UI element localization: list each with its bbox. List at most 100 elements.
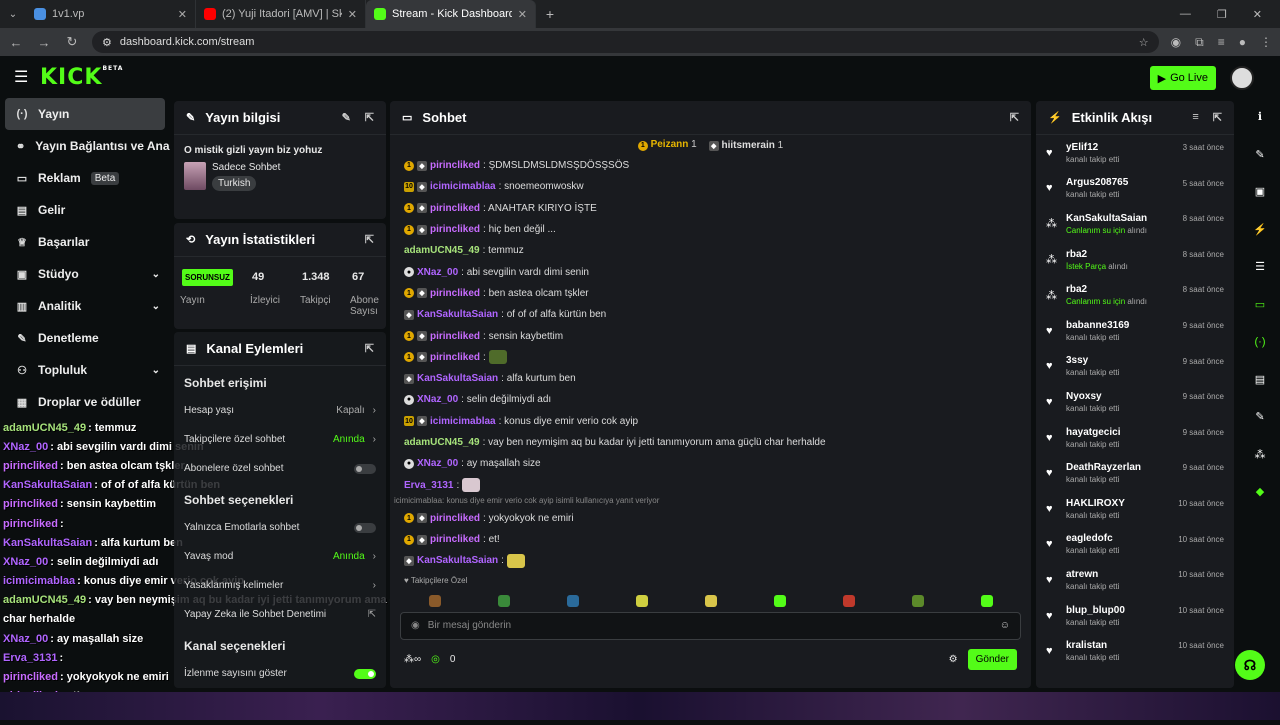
rail-button[interactable]: ℹ: [1240, 98, 1280, 136]
extension-icon[interactable]: ◉: [1171, 35, 1181, 50]
sidebar-item[interactable]: ▭ Reklam Beta: [0, 162, 170, 194]
send-button[interactable]: Gönder: [967, 649, 1017, 671]
rail-button[interactable]: ✎: [1240, 136, 1280, 174]
restore-icon[interactable]: ❐: [1217, 8, 1227, 21]
subscribers-only-toggle[interactable]: [354, 463, 376, 474]
new-tab-button[interactable]: +: [536, 6, 564, 22]
chat-username[interactable]: pirincliked: [430, 513, 480, 524]
sidebar-item[interactable]: ▤ Gelir: [0, 194, 170, 226]
gifter-name[interactable]: Peizann: [651, 139, 689, 150]
chat-username[interactable]: XNaz_00: [417, 458, 458, 469]
chat-username[interactable]: pirincliked: [430, 203, 480, 214]
chat-username[interactable]: icimicimablaa: [430, 181, 496, 192]
event-username[interactable]: eagledofc: [1066, 533, 1119, 544]
edit-icon[interactable]: ✎: [342, 111, 351, 124]
emote[interactable]: [566, 594, 579, 607]
popout-icon[interactable]: ⇱: [1213, 111, 1222, 124]
event-username[interactable]: Argus208765: [1066, 177, 1128, 188]
site-info-icon[interactable]: ⚙: [102, 36, 112, 49]
rail-button[interactable]: ▤: [1240, 361, 1280, 399]
event-username[interactable]: hayatgecici: [1066, 427, 1120, 438]
event-username[interactable]: babanne3169: [1066, 320, 1129, 331]
event-username[interactable]: HAKLIROXY: [1066, 498, 1125, 509]
event-username[interactable]: 3ssy: [1066, 355, 1119, 366]
bookmark-star-icon[interactable]: ☆: [1139, 36, 1149, 49]
chat-username[interactable]: XNaz_00: [417, 394, 458, 405]
chat-username[interactable]: XNaz_00: [417, 267, 458, 278]
popout-icon[interactable]: ⇱: [365, 111, 374, 124]
popout-icon[interactable]: ⇱: [1010, 111, 1019, 124]
sidebar-item[interactable]: ▣ Stüdyo ⌄: [0, 258, 170, 290]
emote[interactable]: [980, 594, 993, 607]
avatar[interactable]: [1230, 66, 1254, 90]
sidebar-item[interactable]: ▥ Analitik ⌄: [0, 290, 170, 322]
event-username[interactable]: DeathRayzerlan: [1066, 462, 1141, 473]
tab-close-icon[interactable]: ✕: [518, 8, 527, 21]
ai-moderation-row[interactable]: Yapay Zeka ile Sohbet Denetimi ⇱: [184, 600, 376, 629]
forward-icon[interactable]: →: [36, 35, 52, 50]
followers-only-row[interactable]: Takipçilere özel sohbet Anında ›: [184, 425, 376, 454]
browser-tab[interactable]: Stream - Kick Dashboard ✕: [366, 0, 536, 28]
chat-username[interactable]: pirincliked: [430, 352, 480, 363]
close-window-icon[interactable]: ✕: [1253, 8, 1262, 21]
banned-words-row[interactable]: Yasaklanmış kelimeler ›: [184, 571, 376, 600]
emote[interactable]: [428, 594, 441, 607]
sidebar-item[interactable]: (·) Yayın: [5, 98, 165, 130]
rail-button[interactable]: ▣: [1240, 173, 1280, 211]
chat-username[interactable]: pirincliked: [430, 331, 480, 342]
sidebar-item[interactable]: ♕ Başarılar: [0, 226, 170, 258]
extensions-puzzle-icon[interactable]: ⧉: [1195, 35, 1204, 50]
emote[interactable]: [911, 594, 924, 607]
media-icon[interactable]: ≡: [1218, 35, 1225, 50]
event-username[interactable]: blup_blup00: [1066, 605, 1125, 616]
rail-button[interactable]: ◆: [1240, 473, 1280, 511]
filter-icon[interactable]: ≡: [1192, 111, 1198, 124]
browser-menu-icon[interactable]: ⋮: [1260, 35, 1272, 50]
minimize-icon[interactable]: —: [1180, 8, 1191, 21]
sidebar-item[interactable]: ▦ Droplar ve ödüller: [0, 386, 170, 418]
tab-close-icon[interactable]: ✕: [178, 8, 187, 21]
emote[interactable]: [497, 594, 510, 607]
browser-tab[interactable]: 1v1.vp ✕: [26, 0, 196, 28]
event-username[interactable]: rba2: [1066, 249, 1128, 260]
account-age-row[interactable]: Hesap yaşı Kapalı ›: [184, 396, 376, 425]
chat-input[interactable]: ◉ Bir mesaj gönderin ☺: [400, 611, 1021, 640]
event-username[interactable]: kralistan: [1066, 640, 1119, 651]
chat-username[interactable]: pirincliked: [430, 224, 480, 235]
chat-username[interactable]: KanSakultaSaian: [417, 555, 498, 566]
gifter-name[interactable]: hiitsmerain: [722, 140, 775, 151]
chat-username[interactable]: adamUCN45_49: [404, 245, 480, 256]
rail-button[interactable]: ☰: [1240, 248, 1280, 286]
chat-username[interactable]: pirincliked: [430, 534, 480, 545]
emote[interactable]: [773, 594, 786, 607]
popout-icon[interactable]: ⇱: [365, 342, 374, 355]
chat-username[interactable]: adamUCN45_49: [404, 437, 480, 448]
points-icon[interactable]: ⁂∞: [404, 654, 421, 665]
chat-username[interactable]: pirincliked: [430, 160, 480, 171]
tab-search-icon[interactable]: ⌄: [0, 0, 26, 28]
emoji-icon[interactable]: ☺: [1000, 620, 1010, 631]
tab-close-icon[interactable]: ✕: [348, 8, 357, 21]
event-username[interactable]: KanSakultaSaian: [1066, 213, 1147, 224]
menu-icon[interactable]: ☰: [14, 67, 36, 87]
chat-username[interactable]: KanSakultaSaian: [417, 309, 498, 320]
reload-icon[interactable]: ↻: [64, 34, 80, 50]
rail-button[interactable]: ⁂: [1240, 436, 1280, 474]
slow-mode-row[interactable]: Yavaş mod Anında ›: [184, 542, 376, 571]
profile-icon[interactable]: ●: [1239, 35, 1246, 50]
show-view-count-toggle[interactable]: [354, 668, 376, 679]
sidebar-item[interactable]: ⚭ Yayın Bağlantısı ve Anahtarı: [0, 130, 170, 162]
rail-button[interactable]: ▭: [1240, 286, 1280, 324]
event-username[interactable]: rba2: [1066, 284, 1147, 295]
rail-button[interactable]: (·): [1240, 323, 1280, 361]
emote[interactable]: [704, 594, 717, 607]
rail-button[interactable]: ⚡: [1240, 211, 1280, 249]
chat-username[interactable]: KanSakultaSaian: [417, 373, 498, 384]
browser-tab[interactable]: (2) Yuji Itadori [AMV] | Skyfall ✕: [196, 0, 366, 28]
back-icon[interactable]: ←: [8, 35, 24, 50]
event-username[interactable]: yElif12: [1066, 142, 1119, 153]
chat-username[interactable]: icimicimablaa: [430, 416, 496, 427]
popout-icon[interactable]: ⇱: [365, 233, 374, 246]
settings-gear-icon[interactable]: ⚙: [949, 654, 958, 665]
chat-username[interactable]: Erva_3131: [404, 480, 454, 491]
